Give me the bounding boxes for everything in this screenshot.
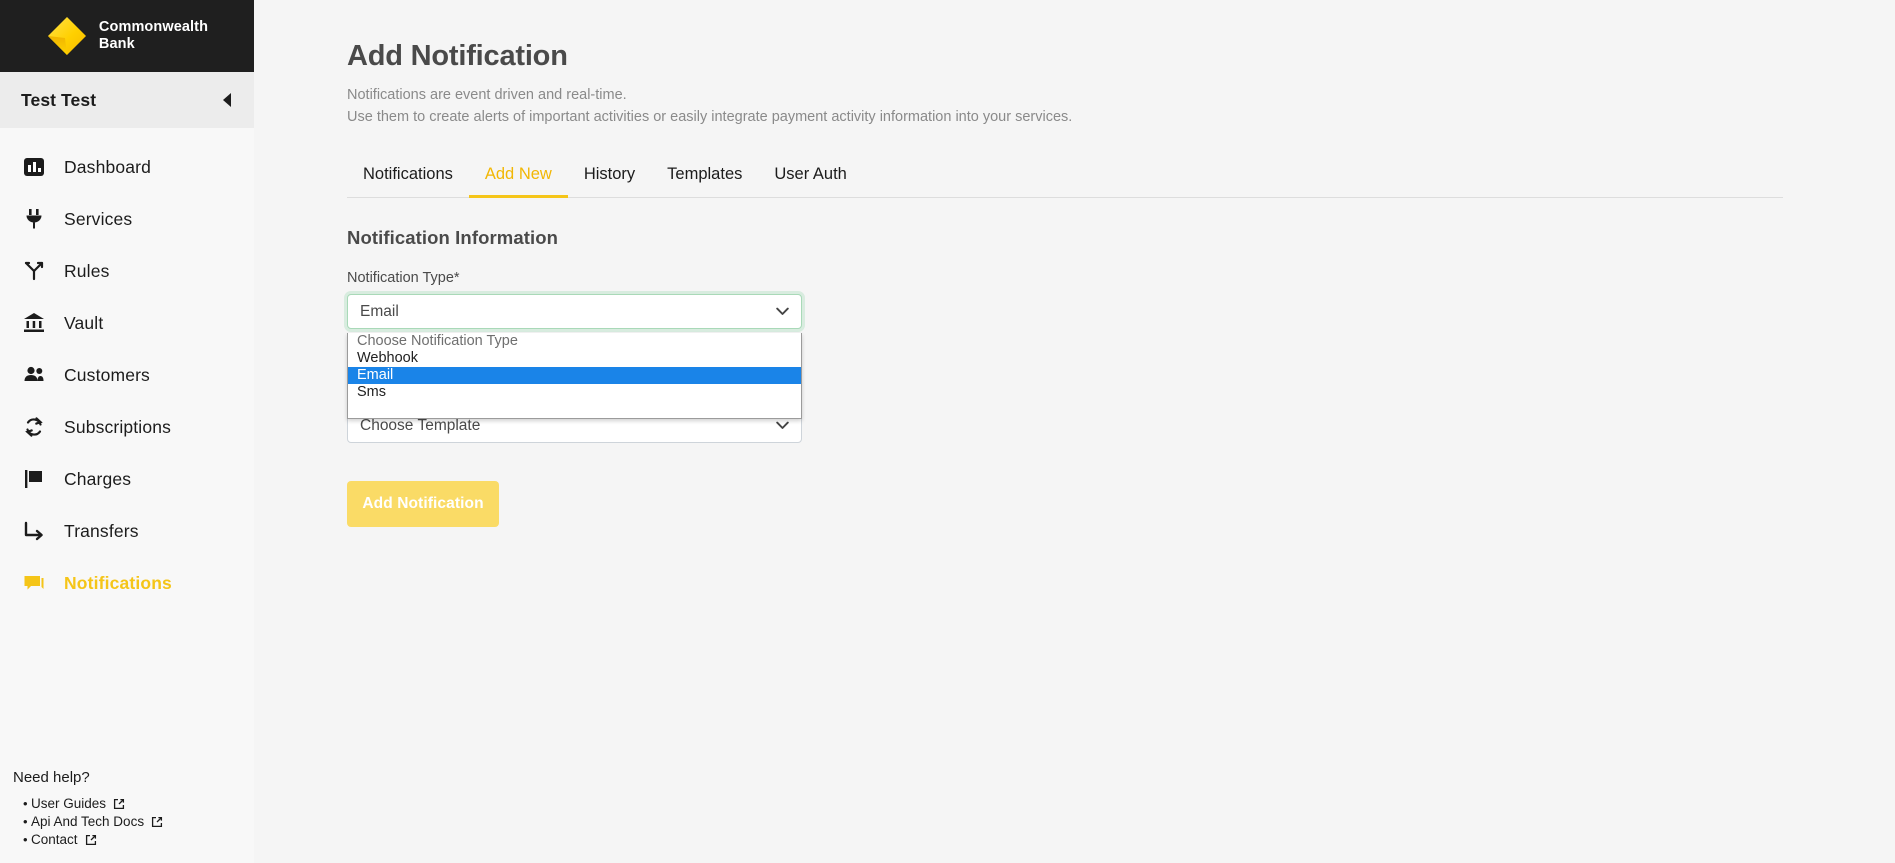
- bullet-icon: •: [23, 832, 28, 847]
- brand-header: Commonwealth Bank: [0, 0, 254, 72]
- brand-line-1: Commonwealth: [98, 19, 209, 35]
- template-value: Choose Template: [360, 416, 481, 434]
- main-content: Add Notification Notifications are event…: [254, 0, 1895, 863]
- add-notification-button[interactable]: Add Notification: [347, 481, 499, 527]
- caret-left-icon[interactable]: [218, 91, 234, 109]
- sidebar-nav: Dashboard Services Rules Vault Customers…: [0, 128, 254, 609]
- chevron-down-icon: [776, 419, 789, 432]
- bar-chart-icon: [22, 155, 46, 179]
- plug-icon: [22, 207, 46, 231]
- user-bar: Test Test: [0, 72, 254, 128]
- tab-notifications[interactable]: Notifications: [347, 165, 469, 197]
- diamond-logo-icon: [46, 15, 88, 57]
- external-link-icon: [113, 798, 125, 810]
- brand-name: Commonwealth Bank: [99, 19, 208, 53]
- help-link-label: Contact: [31, 832, 78, 847]
- notification-type-field: Notification Type* Email Choose Notifica…: [347, 270, 1895, 419]
- user-name: Test Test: [21, 89, 97, 110]
- dropdown-option-email[interactable]: Email: [348, 367, 801, 384]
- bullet-icon: •: [23, 814, 28, 829]
- tab-templates[interactable]: Templates: [651, 165, 758, 197]
- notification-type-value: Email: [360, 302, 399, 320]
- sidebar-item-dashboard[interactable]: Dashboard: [0, 141, 254, 193]
- page-subtitle-line-1: Notifications are event driven and real-…: [347, 87, 627, 103]
- sidebar-item-services[interactable]: Services: [0, 193, 254, 245]
- sidebar-item-transfers[interactable]: Transfers: [0, 505, 254, 557]
- notification-type-label: Notification Type*: [347, 270, 460, 286]
- comment-bubbles-icon: [22, 571, 46, 595]
- dropdown-option-choose-notification-type[interactable]: Choose Notification Type: [348, 333, 801, 350]
- help-section: Need help? • User Guides • Api And Tech …: [0, 769, 254, 849]
- sidebar-item-notifications[interactable]: Notifications: [0, 557, 254, 609]
- notification-type-dropdown-list[interactable]: Choose Notification Type Webhook Email S…: [347, 333, 802, 419]
- sidebar-item-label: Charges: [64, 468, 132, 489]
- sidebar-item-label: Customers: [64, 364, 150, 385]
- sidebar-item-label: Subscriptions: [64, 416, 172, 437]
- external-link-icon: [85, 834, 97, 846]
- help-link-label: User Guides: [31, 796, 107, 811]
- app-root: Commonwealth Bank Test Test Dashboard Se…: [0, 0, 1895, 863]
- sidebar-item-subscriptions[interactable]: Subscriptions: [0, 401, 254, 453]
- people-icon: [22, 363, 46, 387]
- branch-fork-icon: [22, 259, 46, 283]
- sidebar-item-customers[interactable]: Customers: [0, 349, 254, 401]
- tab-bar: Notifications Add New History Templates …: [347, 154, 1783, 198]
- sidebar-item-charges[interactable]: Charges: [0, 453, 254, 505]
- sidebar-item-label: Vault: [64, 312, 104, 333]
- sidebar-item-rules[interactable]: Rules: [0, 245, 254, 297]
- arrow-turn-right-icon: [22, 519, 46, 543]
- tab-user-auth[interactable]: User Auth: [758, 165, 862, 197]
- refresh-cycle-icon: [22, 415, 46, 439]
- help-links: • User Guides • Api And Tech Docs • Cont…: [9, 795, 236, 848]
- bank-icon: [22, 311, 46, 335]
- page-subtitle: Notifications are event driven and real-…: [347, 84, 1895, 128]
- notification-type-select[interactable]: Email: [347, 294, 802, 329]
- sidebar-item-label: Transfers: [64, 520, 139, 541]
- sidebar: Commonwealth Bank Test Test Dashboard Se…: [0, 0, 254, 863]
- help-link-contact[interactable]: • Contact: [23, 831, 236, 848]
- help-link-label: Api And Tech Docs: [31, 814, 145, 829]
- tab-history[interactable]: History: [568, 165, 651, 197]
- dropdown-option-webhook[interactable]: Webhook: [348, 350, 801, 367]
- sidebar-item-label: Dashboard: [64, 156, 151, 177]
- bullet-icon: •: [23, 796, 28, 811]
- section-title: Notification Information: [347, 227, 559, 248]
- page-title: Add Notification: [347, 40, 568, 72]
- sidebar-item-vault[interactable]: Vault: [0, 297, 254, 349]
- external-link-icon: [151, 816, 163, 828]
- tab-add-new[interactable]: Add New: [468, 165, 568, 198]
- sidebar-item-label: Rules: [64, 260, 110, 281]
- help-title: Need help?: [13, 769, 90, 786]
- dropdown-option-sms[interactable]: Sms: [348, 384, 801, 401]
- page-subtitle-line-2: Use them to create alerts of important a…: [347, 109, 1073, 125]
- sidebar-item-label: Services: [64, 208, 133, 229]
- flag-icon: [22, 467, 46, 491]
- sidebar-item-label: Notifications: [64, 572, 172, 593]
- help-link-user-guides[interactable]: • User Guides: [23, 795, 236, 812]
- help-link-api-and-tech-docs[interactable]: • Api And Tech Docs: [23, 813, 236, 830]
- brand-line-2: Bank: [98, 36, 135, 52]
- chevron-down-icon: [776, 305, 789, 318]
